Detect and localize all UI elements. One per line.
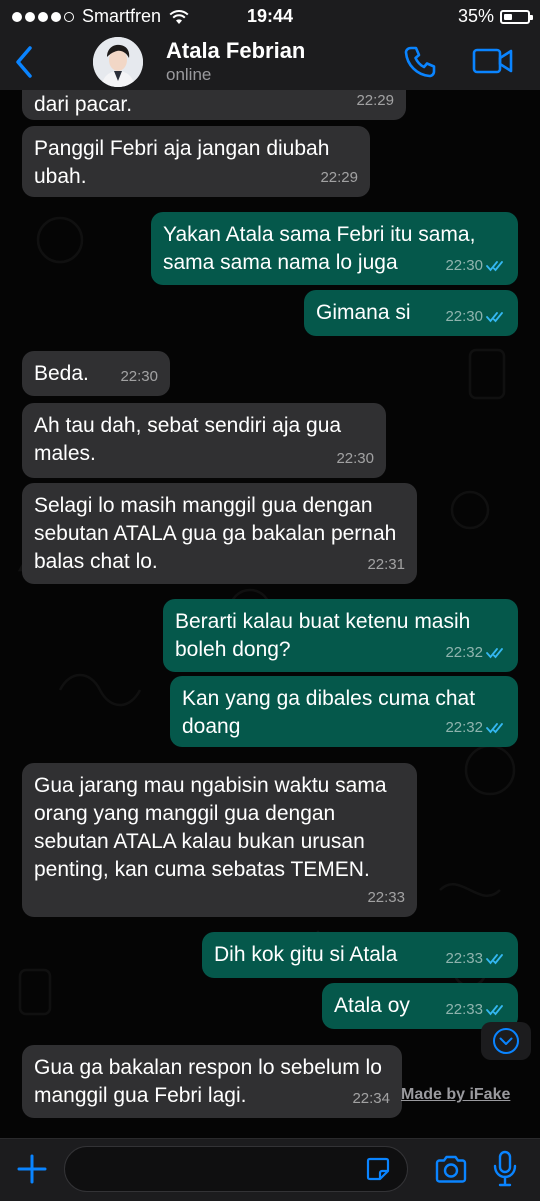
- message-bubble-outgoing[interactable]: Dih kok gitu si Atala 22:33: [202, 932, 518, 978]
- message-meta: 22:31: [367, 551, 405, 579]
- chat-area[interactable]: dari pacar. 22:29 Panggil Febri aja jang…: [0, 90, 540, 1138]
- read-receipt-icon: [486, 261, 503, 272]
- message-time: 22:30: [445, 257, 483, 274]
- scroll-to-bottom-button[interactable]: [481, 1022, 531, 1060]
- message-bubble-outgoing[interactable]: Gimana si 22:30: [304, 290, 518, 336]
- composer-bar: [0, 1138, 540, 1201]
- message-time: 22:29: [320, 169, 358, 186]
- message-bubble-outgoing[interactable]: Yakan Atala sama Febri itu sama, sama sa…: [151, 212, 518, 285]
- message-bubble-incoming[interactable]: Panggil Febri aja jangan diubah ubah. 22…: [22, 126, 370, 197]
- avatar[interactable]: [93, 37, 143, 87]
- message-meta: 22:33: [445, 996, 506, 1024]
- message-time: 22:29: [356, 92, 394, 109]
- message-meta: 22:33: [367, 884, 405, 912]
- message-time: 22:34: [352, 1090, 390, 1107]
- read-receipt-icon: [486, 1005, 503, 1016]
- message-bubble-outgoing[interactable]: Berarti kalau buat ketenu masih boleh do…: [163, 599, 518, 672]
- message-bubble-incoming[interactable]: Ah tau dah, sebat sendiri aja gua males.…: [22, 403, 386, 478]
- microphone-icon[interactable]: [492, 1150, 518, 1188]
- message-meta: 22:34: [352, 1085, 390, 1113]
- read-receipt-icon: [486, 312, 503, 323]
- message-bubble-incoming[interactable]: Gua ga bakalan respon lo sebelum lo mang…: [22, 1045, 402, 1118]
- battery-percent: 35%: [457, 6, 494, 26]
- contact-name[interactable]: Atala Febrian: [166, 38, 305, 64]
- message-time: 22:31: [367, 556, 405, 573]
- message-meta: 22:30: [336, 445, 374, 473]
- chevron-down-icon: [493, 1028, 519, 1054]
- message-input[interactable]: [65, 1147, 363, 1191]
- message-meta: 22:30: [445, 252, 506, 280]
- message-input-wrapper: [64, 1146, 408, 1192]
- status-right: 35%: [457, 6, 533, 27]
- message-meta: 22:32: [445, 639, 506, 667]
- message-time: 22:33: [445, 1001, 483, 1018]
- message-time: 22:30: [445, 308, 483, 325]
- message-text: dari pacar.: [34, 93, 133, 116]
- message-meta: 22:30: [120, 363, 158, 391]
- message-text: Selagi lo masih manggil gua dengan sebut…: [34, 494, 397, 573]
- message-meta: 22:32: [445, 714, 506, 742]
- status-bar: Smartfren 19:44 35%: [0, 0, 540, 34]
- message-meta: 22:29: [320, 164, 358, 192]
- phone-icon[interactable]: [402, 44, 438, 80]
- battery-icon: [500, 9, 533, 24]
- message-time: 22:30: [120, 368, 158, 385]
- message-time: 22:33: [445, 950, 483, 967]
- message-text: Gua ga bakalan respon lo sebelum lo mang…: [34, 1056, 382, 1107]
- message-bubble-incoming[interactable]: Gua jarang mau ngabisin waktu sama orang…: [22, 763, 417, 917]
- read-receipt-icon: [486, 648, 503, 659]
- chat-header: Atala Febrian online: [0, 34, 540, 91]
- watermark: Made by iFake: [401, 1086, 511, 1103]
- message-text: Ah tau dah, sebat sendiri aja gua males.: [34, 414, 342, 465]
- message-meta: 22:29: [356, 90, 394, 115]
- message-time: 22:33: [367, 889, 405, 906]
- camera-icon[interactable]: [434, 1154, 468, 1184]
- message-text: Gua jarang mau ngabisin waktu sama orang…: [34, 774, 387, 881]
- avatar-image: [93, 37, 143, 87]
- battery-fill: [504, 13, 512, 20]
- back-chevron-icon[interactable]: [10, 42, 40, 82]
- sticker-icon[interactable]: [365, 1156, 391, 1182]
- message-meta: 22:30: [445, 303, 506, 331]
- message-text: Panggil Febri aja jangan diubah ubah.: [34, 137, 330, 188]
- message-bubble-incoming[interactable]: dari pacar. 22:29: [22, 90, 406, 120]
- contact-status: online: [166, 65, 212, 84]
- message-meta: 22:33: [445, 945, 506, 973]
- read-receipt-icon: [486, 954, 503, 965]
- message-bubble-outgoing[interactable]: Kan yang ga dibales cuma chat doang 22:3…: [170, 676, 518, 747]
- plus-icon[interactable]: [16, 1153, 48, 1185]
- video-camera-icon[interactable]: [472, 46, 514, 76]
- message-bubble-incoming[interactable]: Beda. 22:30: [22, 351, 170, 396]
- message-bubble-incoming[interactable]: Selagi lo masih manggil gua dengan sebut…: [22, 483, 417, 584]
- message-time: 22:32: [445, 644, 483, 661]
- message-time: 22:30: [336, 450, 374, 467]
- message-time: 22:32: [445, 719, 483, 736]
- read-receipt-icon: [486, 723, 503, 734]
